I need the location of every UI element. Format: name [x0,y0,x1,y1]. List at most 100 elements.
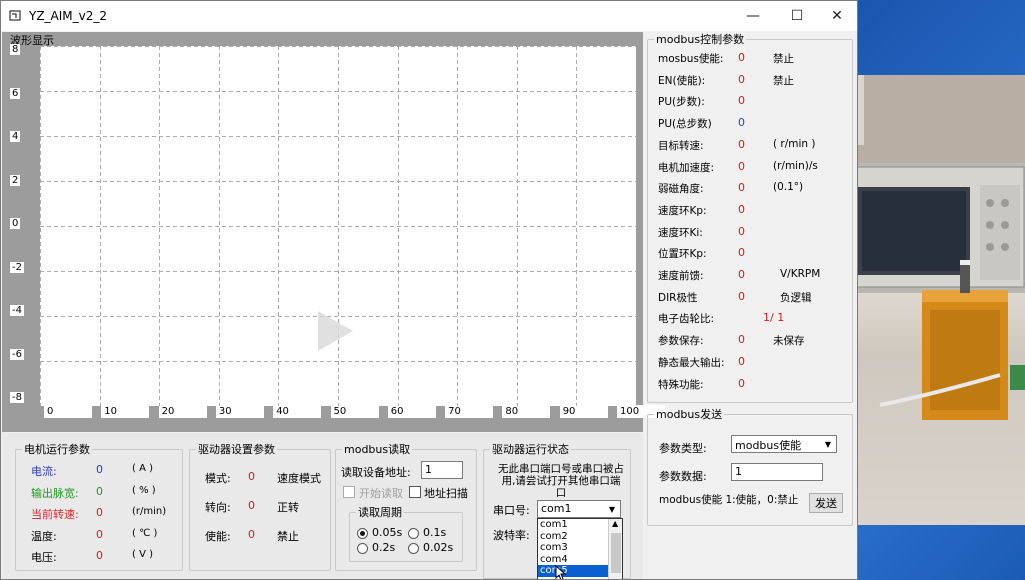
x-tick-label: 70 [445,405,494,418]
chevron-down-icon[interactable]: ▼ [820,436,836,452]
driver-status-title: 驱动器运行状态 [492,443,569,456]
param-row-label: 静态最大输出: [658,356,725,369]
param-row-value: 0 [738,224,745,238]
x-tick-label: 30 [215,405,264,418]
driver-row-unit: 速度模式 [277,472,321,485]
period-01-radio[interactable] [408,528,419,539]
period-005-radio[interactable] [357,528,368,539]
param-row-label: PU(步数): [658,96,705,109]
param-type-select[interactable]: modbus使能 ▼ [731,435,837,453]
param-row-label: 弱磁角度: [658,183,704,196]
param-row-label: 速度环Ki: [658,226,703,239]
param-type-label: 参数类型: [659,442,707,455]
port-error-message: 无此串口端口号或串口被占用,请尝试打开其他串口端口 [498,463,624,499]
y-tick-label: -8 [10,392,24,403]
param-row-value: 0 [738,51,745,64]
period-02-radio[interactable] [357,543,368,554]
motor-row-unit: ( ℃ ) [132,527,158,539]
x-tick-label: 50 [330,405,379,418]
scroll-thumb[interactable] [611,533,621,573]
param-row-unit: 负逻辑 [780,291,812,304]
param-row-label: mosbus使能: [658,53,724,65]
param-row-value: 0 [738,202,745,216]
port-option[interactable]: com4 [538,554,608,566]
param-data-label: 参数数据: [659,470,707,483]
y-tick-label: 8 [10,44,21,55]
address-scan-label: 地址扫描 [424,487,468,500]
y-tick-label: -2 [10,261,24,273]
param-row-value: 1/ 1 [763,311,785,325]
param-row-unit: 未保存 [773,335,805,348]
oscilloscope-and-motor-photo [840,75,1025,420]
scroll-up-icon[interactable]: ▲ [612,519,618,528]
driver-settings-title: 驱动器设置参数 [198,443,275,456]
port-option[interactable]: com2 [538,531,608,543]
port-option[interactable]: com5 [538,565,608,577]
device-address-input[interactable]: 1 [421,461,463,479]
modbus-send-title: modbus发送 [656,408,723,421]
x-tick-label: 10 [101,405,150,418]
x-tick-label: 90 [559,405,608,418]
x-tick-label: 0 [44,405,92,418]
period-002-label: 0.02s [423,541,454,554]
waveform-panel: 波形显示 8 6 4 2 0 -2 -4 -6 -8 0 10 20 30 40 50 60 70 80 90 10… [2,32,665,432]
param-row-label: 电子齿轮比: [658,313,715,326]
param-row-label: 速度前馈: [658,270,704,282]
app-window: YZ_AIM_v2_2 — ☐ ✕ 波形显示 8 6 4 2 0 -2 -4 -6 -8 0 10… [0,0,858,580]
motor-row-label: 电压: [31,551,57,564]
window-title: YZ_AIM_v2_2 [29,9,108,23]
param-row-label: 目标转速: [658,139,704,152]
param-row-label: 参数保存: [658,335,704,348]
param-row-unit: (r/min)/s [773,159,818,172]
start-read-checkbox[interactable] [343,486,355,498]
camera-video-overlay [840,75,1025,525]
param-data-input[interactable]: 1 [731,463,823,481]
port-option[interactable]: com1 [538,519,608,531]
param-row-label: 位置环Kp: [658,248,707,261]
driver-row-label: 使能: [205,530,231,543]
chevron-down-icon[interactable]: ▼ [604,501,620,517]
motor-row-value: 0 [96,527,103,541]
motor-row-label: 电流: [31,465,57,478]
driver-row-label: 模式: [205,472,231,485]
port-select[interactable]: com1 ▼ [537,500,621,518]
y-tick-label: 4 [10,131,21,142]
motor-row-label: 当前转速: [31,508,79,521]
motor-row-value: 0 [96,506,103,519]
port-option[interactable]: com3 [538,542,608,554]
motor-row-label: 输出脉宽: [31,486,79,500]
y-tick-label: 0 [10,218,21,229]
port-dropdown-list[interactable]: com1 com2 com3 com4 com5 ▲ [537,518,623,579]
period-005-label: 0.05s [372,526,403,539]
port-label: 串口号: [493,504,530,517]
param-row-value: 0 [738,137,745,151]
port-value: com1 [541,502,572,515]
param-row-value: 0 [738,159,745,173]
modbus-params-rows: mosbus使能: 0 禁止 EN(使能): 0 禁止 PU(步数): 0 PU(总步数) 0 目标… [647,1,853,401]
motor-row-label: 温度: [31,529,57,543]
dropdown-scrollbar[interactable]: ▲ [608,519,622,579]
driver-row-value: 0 [248,528,255,541]
param-row-label: PU(总步数) [658,118,712,131]
mouse-cursor-icon [555,565,567,579]
send-button[interactable]: 发送 [809,493,843,513]
motor-row-value: 0 [96,549,103,562]
period-002-radio[interactable] [408,543,419,554]
motor-row-value: 0 [96,463,103,476]
param-row-label: 电机加速度: [658,161,715,174]
driver-row-unit: 禁止 [277,530,299,543]
param-row-value: 0 [738,289,745,303]
y-tick-label: -6 [10,348,24,360]
param-row-value: 0 [738,333,745,347]
motor-params-title: 电机运行参数 [24,443,90,456]
param-row-value: 0 [738,376,745,390]
device-address-label: 读取设备地址: [341,466,411,479]
period-01-label: 0.1s [423,526,447,539]
waveform-plot [40,46,636,406]
param-row-unit: (0.1°) [773,181,804,194]
address-scan-checkbox[interactable] [409,486,421,498]
modbus-read-title: modbus读取 [344,443,411,456]
x-tick-label: 40 [273,405,322,418]
app-icon [9,10,21,21]
y-tick-label: 6 [10,87,21,99]
